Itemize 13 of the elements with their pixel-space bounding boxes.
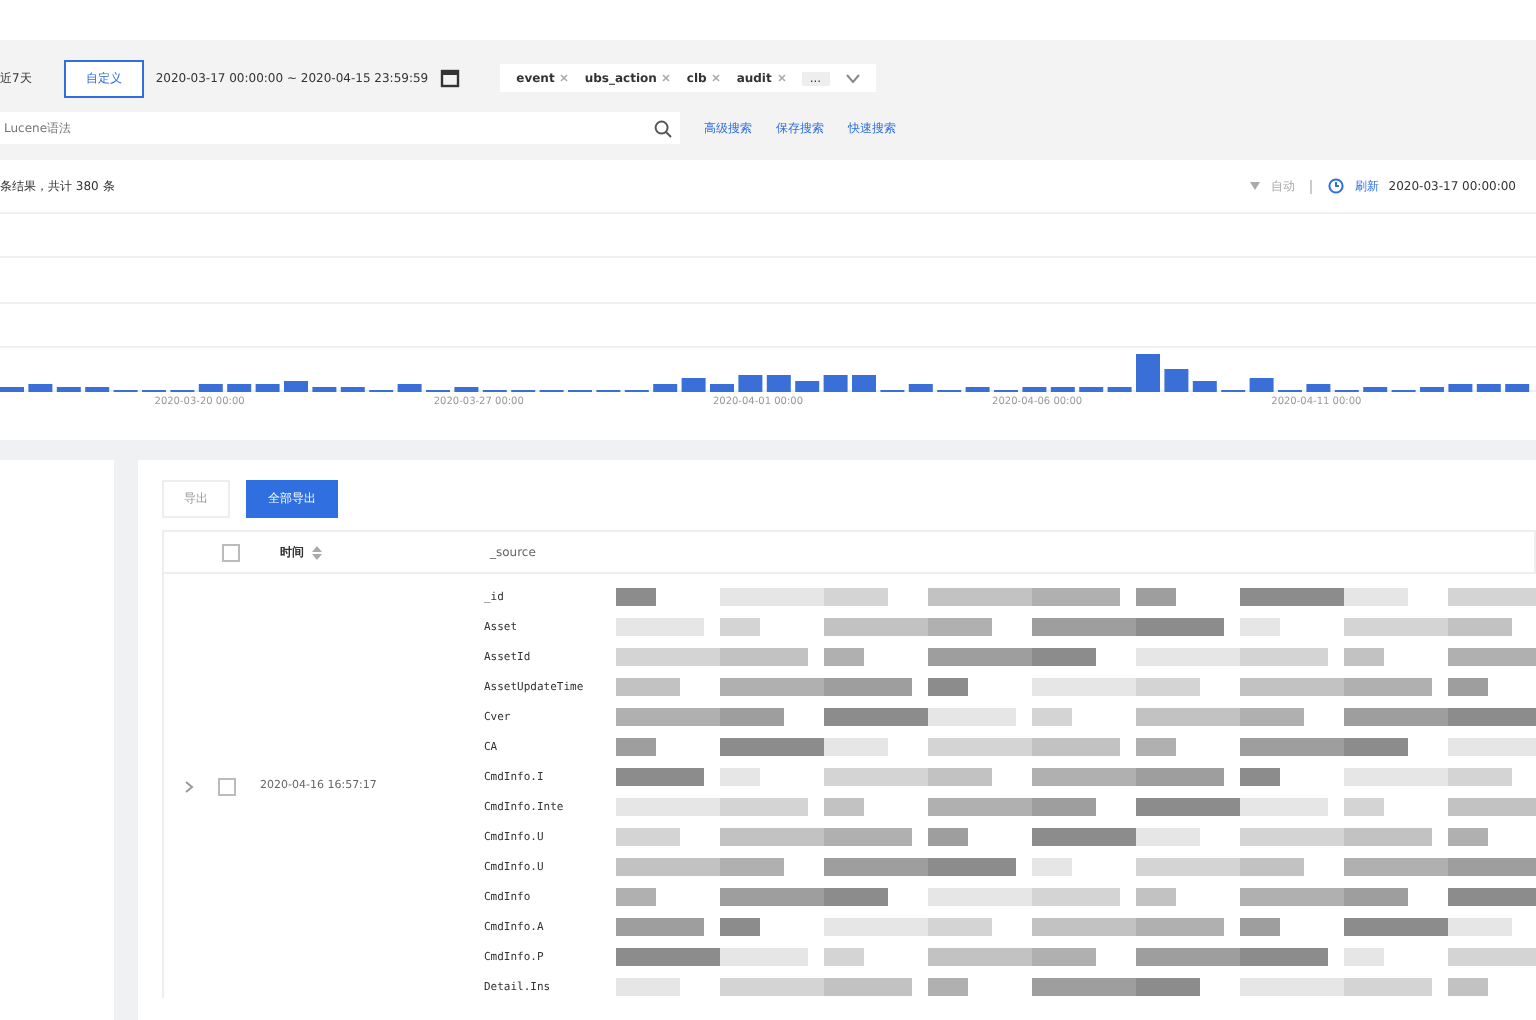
close-icon[interactable] [662, 74, 671, 82]
caret-icon[interactable] [1250, 182, 1261, 190]
close-icon[interactable] [712, 74, 721, 82]
sort-icon[interactable] [312, 545, 322, 559]
expand-icon[interactable] [184, 779, 194, 793]
row-checkbox[interactable] [218, 777, 236, 795]
calendar-icon[interactable] [440, 68, 461, 88]
clock-icon [1328, 178, 1345, 194]
dropdown-icon[interactable] [845, 73, 860, 83]
close-icon[interactable] [777, 74, 786, 82]
select-all-checkbox[interactable] [222, 543, 240, 561]
search-icon[interactable] [654, 119, 672, 137]
close-icon[interactable] [560, 74, 569, 82]
